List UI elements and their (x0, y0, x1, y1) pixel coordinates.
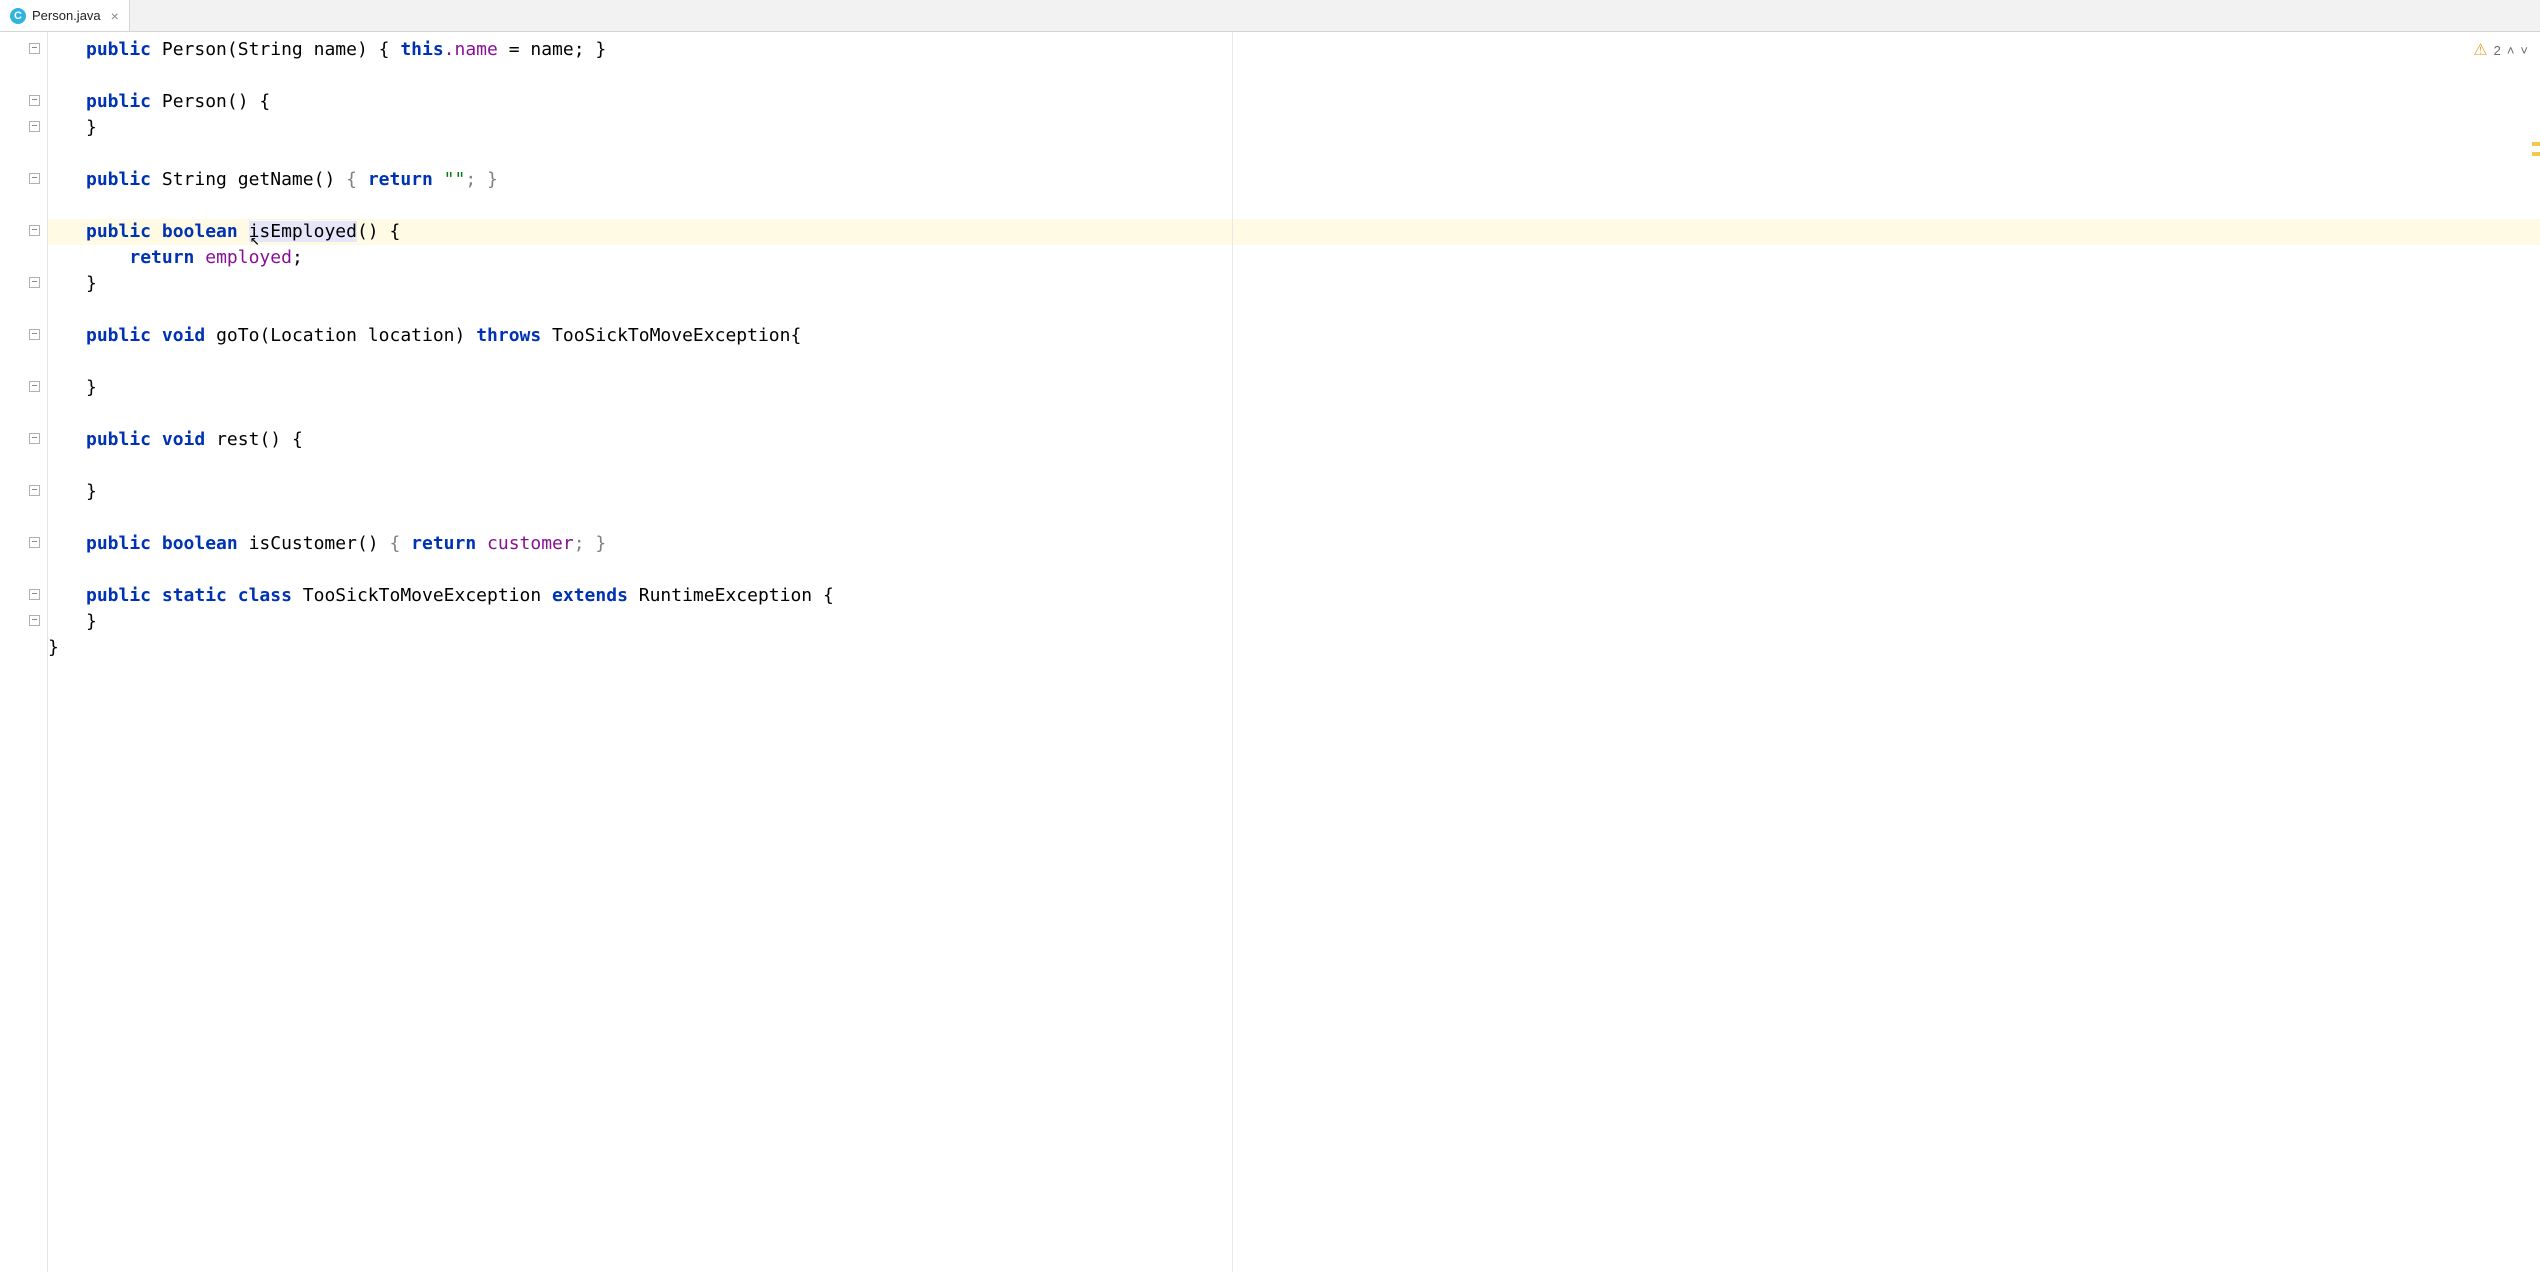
code-line[interactable]: return employed; (48, 245, 2540, 271)
fold-icon[interactable] (28, 380, 42, 394)
code-line[interactable]: public Person() { (48, 89, 2540, 115)
code-line[interactable] (48, 453, 2540, 479)
code-line[interactable]: public boolean isCustomer() { return cus… (48, 531, 2540, 557)
fold-icon[interactable] (28, 432, 42, 446)
fold-icon[interactable] (28, 42, 42, 56)
gutter (0, 32, 48, 1272)
code-line[interactable] (48, 401, 2540, 427)
code-line[interactable] (48, 193, 2540, 219)
code-line[interactable]: } (48, 479, 2540, 505)
code-line[interactable]: public Person(String name) { this.name =… (48, 37, 2540, 63)
fold-icon[interactable] (28, 328, 42, 342)
warning-icon: ⚠ (2473, 40, 2487, 60)
inspections-widget[interactable]: ⚠ 2 ˄ ˅ (2473, 40, 2528, 60)
fold-icon[interactable] (28, 614, 42, 628)
code-line[interactable]: } (48, 375, 2540, 401)
fold-icon[interactable] (28, 94, 42, 108)
code-area[interactable]: public Person(String name) { this.name =… (48, 32, 2540, 1272)
code-line[interactable]: } (48, 115, 2540, 141)
code-line[interactable] (48, 63, 2540, 89)
tab-bar: C Person.java × (0, 0, 2540, 32)
code-line[interactable] (48, 141, 2540, 167)
fold-icon[interactable] (28, 588, 42, 602)
chevron-down-icon[interactable]: ˅ (2520, 43, 2528, 58)
inspections-count: 2 (2494, 43, 2501, 58)
chevron-up-icon[interactable]: ˄ (2507, 43, 2515, 58)
code-line[interactable] (48, 505, 2540, 531)
fold-icon[interactable] (28, 224, 42, 238)
fold-icon[interactable] (28, 276, 42, 290)
code-line[interactable]: public void rest() { (48, 427, 2540, 453)
tab-filename: Person.java (32, 8, 101, 23)
error-stripe-marker[interactable] (2532, 142, 2540, 146)
fold-icon[interactable] (28, 120, 42, 134)
code-line-highlighted[interactable]: public boolean isEmployed() { (48, 219, 2540, 245)
tab-person-java[interactable]: C Person.java × (0, 0, 130, 31)
class-icon: C (10, 8, 26, 24)
code-line[interactable] (48, 297, 2540, 323)
fold-icon[interactable] (28, 172, 42, 186)
code-line[interactable]: public void goTo(Location location) thro… (48, 323, 2540, 349)
code-line[interactable]: } (48, 635, 2540, 661)
right-margin-line (1232, 32, 1233, 1272)
close-icon[interactable]: × (107, 8, 119, 24)
code-line[interactable] (48, 557, 2540, 583)
code-line[interactable]: } (48, 609, 2540, 635)
error-stripe-marker[interactable] (2532, 152, 2540, 156)
code-line[interactable]: } (48, 271, 2540, 297)
code-line[interactable]: public static class TooSickToMoveExcepti… (48, 583, 2540, 609)
fold-icon[interactable] (28, 484, 42, 498)
code-line[interactable]: public String getName() { return ""; } (48, 167, 2540, 193)
editor[interactable]: 💡 public Person(String name) { this.name… (0, 32, 2540, 1272)
code-line[interactable] (48, 349, 2540, 375)
fold-icon[interactable] (28, 536, 42, 550)
